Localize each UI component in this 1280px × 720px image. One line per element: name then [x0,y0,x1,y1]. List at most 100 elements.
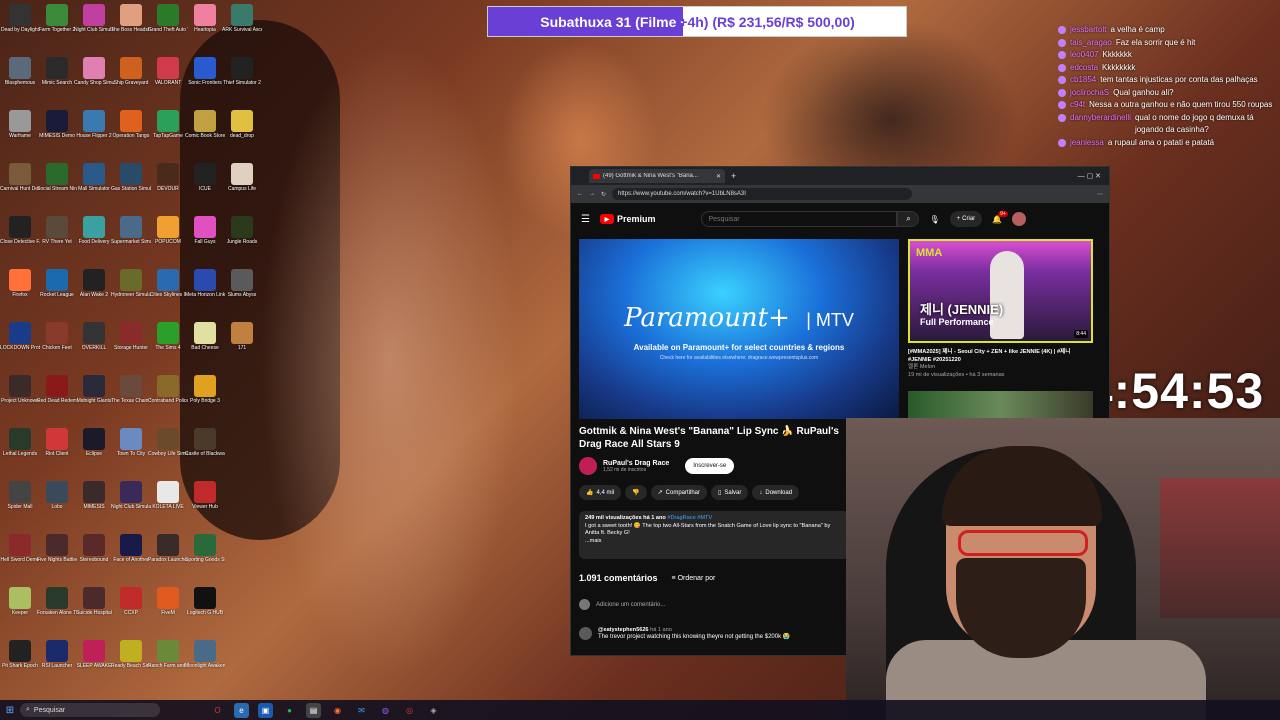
create-button[interactable]: + Criar [949,211,983,227]
desktop-icon[interactable]: Keeper [0,587,40,616]
video-player[interactable]: Paramount+ | MTV Available on Paramount+… [579,239,899,419]
desktop-icon[interactable]: Sporting Goods Shop [185,534,225,563]
desktop-icon[interactable]: Ranch Farm and Store [148,640,188,669]
desktop-icon[interactable]: DEVOUR [148,163,188,192]
save-button[interactable]: ▯ Salvar [711,485,749,500]
desktop-icon[interactable]: TapTapGame [148,110,188,139]
desktop-icon[interactable]: Mall Simulator [74,163,114,192]
desktop-icon[interactable]: Stereobound [74,534,114,563]
recommended-video-info[interactable]: [#MMA2025] 제니 - Seoul City + ZEN + like … [908,349,1088,379]
desktop-icon[interactable]: Meta Horizon Link [185,269,225,298]
desktop-icon[interactable]: Heartopia [185,4,225,33]
desktop-icon[interactable]: Blasphemous [0,57,40,86]
desktop-icon[interactable]: Thief Simulator 2 [222,57,262,86]
desktop-icon[interactable]: Grand Theft Auto V [148,4,188,33]
desktop-icon[interactable]: Project Unknown [0,375,40,404]
desktop-icon[interactable]: Midnight Giants [74,375,114,404]
channel-avatar[interactable] [579,457,597,475]
desktop-icon[interactable]: Contraband Police [148,375,188,404]
desktop-icon[interactable]: Five Nights Battlecharge [37,534,77,563]
desktop-icon[interactable]: Ship Graveyard [111,57,151,86]
desktop-icon[interactable]: Night Club Simulator [74,4,114,33]
search-icon[interactable]: ⌕ [897,211,920,227]
desktop-icon[interactable]: Carnival Hunt Demo [0,163,40,192]
add-comment-input[interactable]: Adicione um comentário... [596,602,665,608]
desktop-icon[interactable]: VALORANT [148,57,188,86]
desktop-icon[interactable]: Fall Guys [185,216,225,245]
desktop-icon[interactable]: Alan Wake 2 [74,269,114,298]
notifications-icon[interactable]: 🔔 9+ [992,210,1008,224]
desktop-icon[interactable]: Campus Life [222,163,262,192]
like-button[interactable]: 👍 4,4 mil [579,485,622,500]
desktop-icon[interactable]: Hell Sword Demo [0,534,40,563]
opera-icon[interactable]: O [210,703,225,718]
edge-icon[interactable]: e [234,702,249,718]
desktop-icon[interactable]: Hydroneer Simulator [111,269,151,298]
close-tab-icon[interactable]: ✕ [716,173,721,180]
desktop-icon[interactable]: ICUE [185,163,225,192]
desktop-icon[interactable]: Warframe [0,110,40,139]
video-description[interactable]: 249 mil visualizações há 1 ano #DragRace… [579,511,849,559]
description-more[interactable]: ...mais [585,538,843,546]
desktop-icon[interactable]: Spider Mall [0,481,40,510]
desktop-icon[interactable]: Ready Beach Simulator [111,640,151,669]
sort-button[interactable]: ≡ Ordenar por [672,575,716,582]
menu-icon[interactable]: ☰ [581,214,590,225]
store-icon[interactable]: ▣ [258,702,273,718]
firefox-icon[interactable]: ◉ [330,703,345,718]
share-button[interactable]: ↗ Compartilhar [650,485,708,500]
discord-icon[interactable]: ◍ [378,703,393,718]
desktop-icon[interactable]: The Boss Headshop [111,4,151,33]
desktop-icon[interactable]: Eclipse [74,428,114,457]
desktop-icon[interactable]: Castle of Blackwater [185,428,225,457]
desktop-icon[interactable]: Riot Client [37,428,77,457]
desktop-icon[interactable]: House Flipper 2 [74,110,114,139]
desktop-icon[interactable]: Pit Shark Epoch [0,640,40,669]
explorer-icon[interactable]: ▤ [306,702,321,718]
mail-icon[interactable]: ✉ [354,703,369,718]
avatar[interactable] [1012,212,1027,226]
new-tab-icon[interactable]: + [731,171,736,181]
desktop-icon[interactable]: RSI Launcher [37,640,77,669]
app-icon[interactable]: ◈ [426,703,441,718]
desktop-icon[interactable]: Poly Bridge 3 [185,375,225,404]
desktop-icon[interactable]: KOLETA LIVE [148,481,188,510]
taskbar-search-input[interactable]: ⌕ Pesquisar [20,703,160,717]
window-controls[interactable]: — ▢ ✕ [1078,172,1101,180]
desktop-icon[interactable]: Cowboy Life Simulator [148,428,188,457]
desktop-icon[interactable]: Storage Hunter [111,322,151,351]
desktop-icon[interactable]: The Texas Chain Sa... [111,375,151,404]
desktop-icon[interactable]: Suicide Hospital [74,587,114,616]
desktop-icon[interactable]: Bad Cheese [185,322,225,351]
back-icon[interactable]: ← [577,191,583,197]
desktop-icon[interactable]: MIMESIS Demo [37,110,77,139]
commenter-avatar[interactable] [579,627,592,640]
desktop-icon[interactable]: Red Dead Redemption [37,375,77,404]
desktop-icon[interactable]: 171 [222,322,262,351]
desktop-icon[interactable]: Forsaken Alone The Ra... [37,587,77,616]
desktop-icon[interactable]: Moonlight Awaken [185,640,225,669]
desktop-icon[interactable]: Logitech G HUB [185,587,225,616]
desktop-icon[interactable]: Cities Skylines II [148,269,188,298]
desktop-icon[interactable]: Candy Shop Simulator [74,57,114,86]
desktop-icon[interactable]: Jungle Roads [222,216,262,245]
desktop-icon[interactable]: Night Club Simulator [111,481,151,510]
desktop-icon[interactable]: Dead by Daylight [0,4,40,33]
desktop-icon[interactable]: dead_drop [222,110,262,139]
desktop-icon[interactable]: Lobo [37,481,77,510]
desktop-icon[interactable]: Lethal Legends [0,428,40,457]
desktop-icon[interactable]: Farm Together 2 [37,4,77,33]
microphone-icon[interactable]: 🎙 [929,215,939,224]
obs-icon[interactable]: ◎ [402,703,417,718]
desktop-icon[interactable]: The Sims 4 [148,322,188,351]
desktop-icon[interactable]: Social Stream Ninja [37,163,77,192]
desktop-icon[interactable]: MIMESIS [74,481,114,510]
desktop-icon[interactable]: Mimic Search [37,57,77,86]
desktop-icon[interactable]: CCXP [111,587,151,616]
desktop-icon[interactable]: ARK Survival Ascended [222,4,262,33]
desktop-icon[interactable]: Close Detective F... [0,216,40,245]
desktop-icon[interactable]: POPUCOM [148,216,188,245]
desktop-icon[interactable]: Sonic Frontiers [185,57,225,86]
desktop-icon[interactable]: FiveM [148,587,188,616]
desktop-icon[interactable]: SLEEP AWAKE [74,640,114,669]
